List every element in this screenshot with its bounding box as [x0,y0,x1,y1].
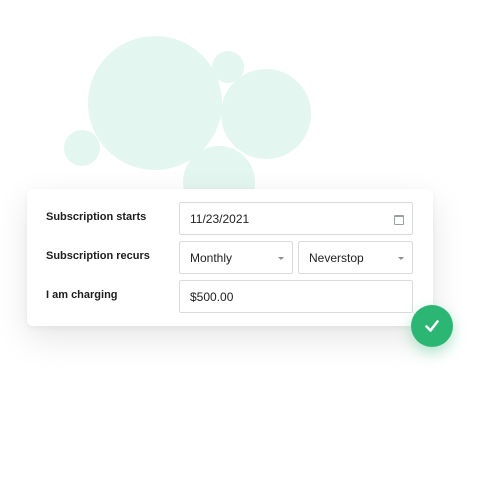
checkmark-icon [425,320,439,332]
bubble-decoration [221,69,311,159]
start-date-value: 11/23/2021 [190,211,250,226]
subscription-form-card: Subscription starts 11/23/2021 Subscript… [27,189,433,326]
bubble-decoration [64,130,100,166]
end-option-select[interactable]: Neverstop [298,241,413,274]
start-date-input[interactable]: 11/23/2021 [179,202,413,235]
frequency-value: Monthly [190,250,233,265]
amount-value: $500.00 [190,289,234,304]
frequency-select[interactable]: Monthly [179,241,293,274]
confirm-button[interactable] [411,305,453,347]
chevron-down-icon [398,257,404,260]
end-option-value: Neverstop [309,250,364,265]
calendar-icon[interactable] [394,215,404,225]
amount-input[interactable]: $500.00 [179,280,413,313]
chevron-down-icon [278,257,284,260]
subscription-starts-label: Subscription starts [46,211,147,223]
subscription-recurs-label: Subscription recurs [46,250,150,262]
charging-label: I am charging [46,289,118,301]
